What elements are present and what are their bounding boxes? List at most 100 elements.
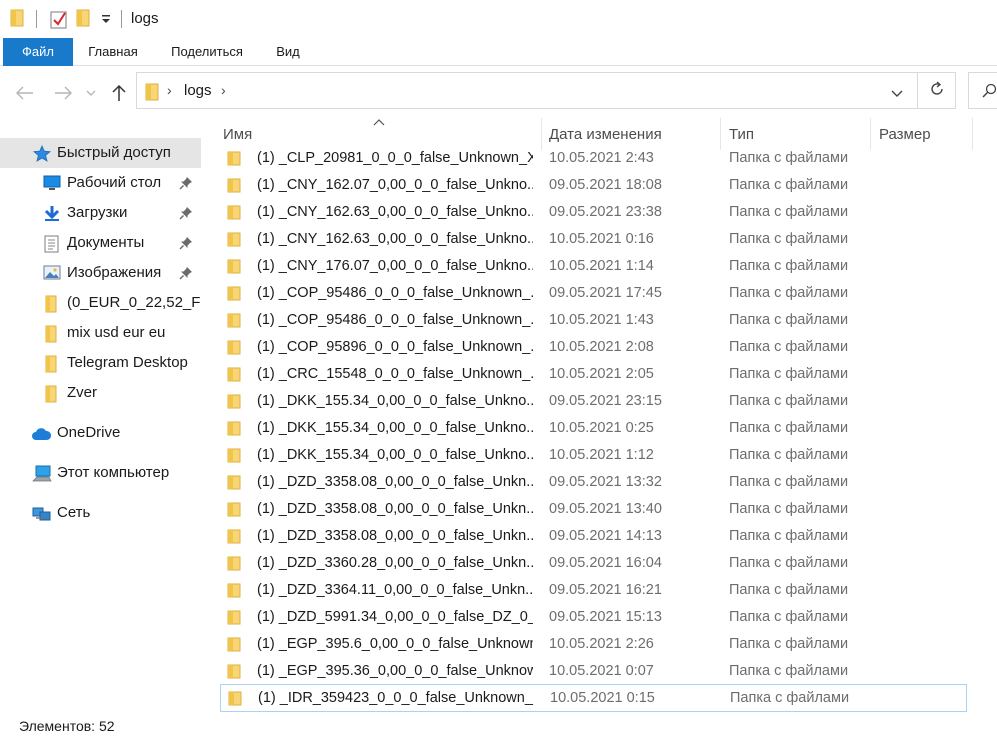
desktop-icon — [43, 175, 61, 194]
file-row[interactable]: (1) _DZD_3364.11_0,00_0_0_false_Unkn... … — [220, 577, 967, 604]
file-row[interactable]: (1) _CNY_176.07_0,00_0_0_false_Unkno... … — [220, 253, 967, 280]
sidebar-item-folder[interactable]: mix usd eur eu — [0, 318, 201, 348]
file-name: (1) _DZD_3358.08_0,00_0_0_false_Unkn... — [257, 474, 533, 490]
new-folder-icon[interactable] — [76, 9, 90, 30]
file-date: 09.05.2021 17:45 — [549, 285, 662, 301]
file-row[interactable]: (1) _COP_95486_0_0_0_false_Unknown_... 0… — [220, 280, 967, 307]
customize-toolbar-icon[interactable] — [101, 12, 111, 28]
file-row[interactable]: (1) _DKK_155.34_0,00_0_0_false_Unkno... … — [220, 415, 967, 442]
file-row[interactable]: (1) _DZD_3358.08_0,00_0_0_false_Unkn... … — [220, 523, 967, 550]
file-row[interactable]: (1) _COP_95486_0_0_0_false_Unknown_... 1… — [220, 307, 967, 334]
file-row[interactable]: (1) _CNY_162.63_0,00_0_0_false_Unkno... … — [220, 226, 967, 253]
file-type: Папка с файлами — [729, 204, 849, 220]
sidebar-item-label: Zver — [67, 384, 97, 401]
file-date: 10.05.2021 0:25 — [549, 420, 654, 436]
file-row[interactable]: (1) _DZD_3358.08_0,00_0_0_false_Unkn... … — [220, 496, 967, 523]
file-name: (1) _DZD_3364.11_0,00_0_0_false_Unkn... — [257, 582, 533, 598]
properties-icon[interactable] — [50, 9, 68, 32]
folder-icon — [227, 313, 241, 331]
sidebar-item-quick-access[interactable]: Быстрый доступ — [0, 138, 201, 168]
address-dropdown-chevron-icon[interactable] — [891, 85, 903, 101]
documents-icon — [44, 235, 60, 256]
file-date: 09.05.2021 18:08 — [549, 177, 662, 193]
pin-icon[interactable] — [179, 206, 193, 223]
file-date: 10.05.2021 1:43 — [549, 312, 654, 328]
item-count: Элементов: 52 — [19, 718, 115, 734]
sidebar-item-downloads[interactable]: Загрузки — [0, 198, 201, 228]
refresh-button[interactable] — [918, 72, 956, 109]
file-row[interactable]: (1) _CNY_162.07_0,00_0_0_false_Unkno... … — [220, 172, 967, 199]
file-date: 09.05.2021 13:40 — [549, 501, 662, 517]
sidebar-item-pictures[interactable]: Изображения — [0, 258, 201, 288]
breadcrumb-current[interactable]: logs — [184, 82, 212, 99]
file-name: (1) _CNY_162.07_0,00_0_0_false_Unkno... — [257, 177, 533, 193]
file-date: 10.05.2021 0:07 — [549, 663, 654, 679]
tab-file[interactable]: Файл — [3, 38, 73, 66]
sidebar-item-label: (0_EUR_0_22,52_Fals — [67, 294, 201, 311]
file-name: (1) _EGP_395.6_0,00_0_0_false_Unknown... — [257, 636, 533, 652]
file-type: Папка с файлами — [730, 690, 850, 706]
file-date: 10.05.2021 2:43 — [549, 150, 654, 166]
file-name: (1) _COP_95486_0_0_0_false_Unknown_... — [257, 285, 533, 301]
file-date: 10.05.2021 1:14 — [549, 258, 654, 274]
address-bar[interactable]: › logs › — [136, 72, 918, 109]
pin-icon[interactable] — [179, 176, 193, 193]
cloud-icon — [31, 427, 52, 444]
file-date: 09.05.2021 16:21 — [549, 582, 662, 598]
title-separator — [36, 10, 37, 28]
file-date: 09.05.2021 14:13 — [549, 528, 662, 544]
breadcrumb-chevron-icon[interactable]: › — [221, 82, 226, 98]
file-name: (1) _DZD_3358.08_0,00_0_0_false_Unkn... — [257, 528, 533, 544]
folder-icon — [45, 295, 57, 316]
navigation-bar: › logs › — [0, 66, 997, 118]
file-row[interactable]: (1) _DKK_155.34_0,00_0_0_false_Unkno... … — [220, 442, 967, 469]
sidebar-item-folder[interactable]: (0_EUR_0_22,52_Fals — [0, 288, 201, 318]
file-type: Папка с файлами — [729, 231, 849, 247]
tab-share[interactable]: Поделиться — [163, 38, 251, 66]
file-name: (1) _CNY_162.63_0,00_0_0_false_Unkno... — [257, 204, 533, 220]
tab-home[interactable]: Главная — [82, 38, 144, 66]
forward-arrow-icon[interactable] — [52, 82, 74, 104]
recent-locations-chevron-icon[interactable] — [84, 82, 98, 104]
column-divider[interactable] — [972, 118, 973, 150]
file-date: 10.05.2021 2:05 — [549, 366, 654, 382]
folder-icon — [227, 421, 241, 439]
up-arrow-icon[interactable] — [108, 82, 130, 104]
file-date: 09.05.2021 16:04 — [549, 555, 662, 571]
search-input[interactable] — [968, 72, 997, 109]
sidebar-item-folder[interactable]: Telegram Desktop — [0, 348, 201, 378]
network-icon — [32, 505, 52, 526]
file-row[interactable]: (1) _EGP_395.6_0,00_0_0_false_Unknown...… — [220, 631, 967, 658]
sidebar-item-desktop[interactable]: Рабочий стол — [0, 168, 201, 198]
pin-icon[interactable] — [179, 236, 193, 253]
file-name: (1) _IDR_359423_0_0_0_false_Unknown_... — [258, 690, 534, 706]
folder-icon — [227, 610, 241, 628]
file-row[interactable]: (1) _DZD_3358.08_0,00_0_0_false_Unkn... … — [220, 469, 967, 496]
file-row[interactable]: (1) _DKK_155.34_0,00_0_0_false_Unkno... … — [220, 388, 967, 415]
pictures-icon — [43, 265, 61, 284]
pin-icon[interactable] — [179, 266, 193, 283]
file-row[interactable]: (1) _DZD_5991.34_0,00_0_0_false_DZ_0_...… — [220, 604, 967, 631]
refresh-icon — [929, 81, 945, 100]
folder-icon — [227, 637, 241, 655]
sidebar-item-network[interactable]: Сеть — [0, 498, 201, 528]
file-date: 09.05.2021 23:15 — [549, 393, 662, 409]
back-arrow-icon[interactable] — [14, 82, 36, 104]
file-row[interactable]: (1) _COP_95896_0_0_0_false_Unknown_... 1… — [220, 334, 967, 361]
file-row[interactable]: (1) _EGP_395.36_0,00_0_0_false_Unknow...… — [220, 658, 967, 685]
breadcrumb-chevron-icon[interactable]: › — [167, 82, 172, 98]
folder-icon — [227, 448, 241, 466]
file-row[interactable]: (1) _CNY_162.63_0,00_0_0_false_Unkno... … — [220, 199, 967, 226]
sidebar-item-this-pc[interactable]: Этот компьютер — [0, 458, 201, 488]
sidebar-item-documents[interactable]: Документы — [0, 228, 201, 258]
file-row-focused[interactable]: (1) _IDR_359423_0_0_0_false_Unknown_... … — [220, 684, 967, 712]
folder-icon — [227, 286, 241, 304]
file-row[interactable]: (1) _DZD_3360.28_0,00_0_0_false_Unkn... … — [220, 550, 967, 577]
file-row[interactable]: (1) _CLP_20981_0_0_0_false_Unknown_X... … — [220, 145, 967, 172]
file-row[interactable]: (1) _CRC_15548_0_0_0_false_Unknown_... 1… — [220, 361, 967, 388]
file-name: (1) _EGP_395.36_0,00_0_0_false_Unknow... — [257, 663, 533, 679]
folder-icon — [227, 664, 241, 682]
tab-view[interactable]: Вид — [270, 38, 306, 66]
sidebar-item-onedrive[interactable]: OneDrive — [0, 418, 201, 448]
sidebar-item-folder[interactable]: Zver — [0, 378, 201, 408]
